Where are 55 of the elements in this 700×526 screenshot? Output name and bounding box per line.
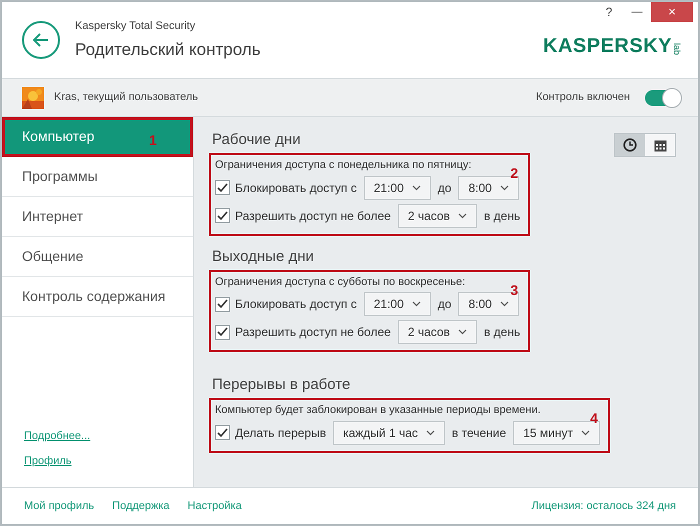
- chevron-icon: [500, 301, 509, 307]
- sidebar-item[interactable]: Контроль содержания: [2, 277, 193, 317]
- dropdown[interactable]: 21:00: [364, 176, 431, 200]
- checkbox[interactable]: [215, 324, 230, 340]
- user-name: Kras, текущий пользователь: [54, 90, 198, 106]
- checkbox[interactable]: [215, 208, 230, 223]
- connector-text: в день: [484, 208, 520, 224]
- checkbox[interactable]: [215, 180, 230, 195]
- back-arrow-icon: [33, 33, 49, 47]
- product-name: Kaspersky Total Security: [75, 19, 196, 34]
- dropdown[interactable]: 21:00: [364, 292, 431, 316]
- logo-suffix: lab: [672, 43, 682, 53]
- clock-view-button[interactable]: [615, 134, 645, 156]
- dropdown[interactable]: 2 часов: [398, 204, 477, 228]
- restriction-note: Ограничения доступа с понедельника по пятницу:: [215, 158, 472, 173]
- connector-text: в день: [484, 324, 520, 341]
- connector-text: в течение: [452, 424, 506, 442]
- close-button[interactable]: ×: [651, 2, 693, 22]
- logo: KASPERSKY: [543, 35, 672, 57]
- back-button[interactable]: [22, 21, 60, 59]
- connector-text: до: [438, 180, 452, 196]
- chevron-icon: [412, 301, 421, 307]
- checkbox-label: Делать перерыв: [235, 424, 326, 442]
- section-title: Рабочие дни: [212, 130, 301, 150]
- section-title: Перерывы в работе: [212, 375, 350, 395]
- chevron-icon: [458, 329, 467, 335]
- checkbox[interactable]: [215, 425, 230, 440]
- checkbox-label: Блокировать доступ с: [235, 180, 357, 196]
- restriction-note: Компьютер будет заблокирован в указанные периоды времени.: [215, 403, 541, 418]
- section-title: Выходные дни: [212, 246, 314, 266]
- chevron-icon: [580, 430, 590, 436]
- chevron-icon: [458, 212, 467, 218]
- control-label: Контроль включен: [536, 90, 630, 106]
- checkbox[interactable]: [215, 296, 230, 312]
- restriction-note: Ограничения доступа с субботы по воскресенье:: [215, 274, 466, 290]
- checkbox-label: Разрешить доступ не более: [235, 324, 391, 341]
- chevron-icon: [500, 184, 509, 190]
- chevron-icon: [426, 430, 435, 436]
- checkbox-label: Разрешить доступ не более: [235, 208, 391, 224]
- checkbox-label: Блокировать доступ с: [235, 296, 357, 313]
- sidebar-item[interactable]: Общение: [2, 237, 193, 277]
- minimize-button[interactable]: —: [623, 2, 651, 22]
- sidebar-item[interactable]: Интернет: [2, 197, 193, 237]
- calendar-icon: [654, 138, 666, 152]
- chevron-icon: [412, 184, 421, 190]
- page-title: Родительский контроль: [75, 38, 261, 60]
- dropdown[interactable]: каждый 1 час: [333, 420, 445, 444]
- clock-icon: [623, 138, 637, 152]
- calendar-view-button[interactable]: [645, 134, 675, 156]
- connector-text: до: [438, 296, 452, 313]
- sidebar-item[interactable]: Программы: [2, 157, 193, 197]
- license-status: Лицензия: осталось 324 дня: [532, 498, 676, 514]
- dropdown[interactable]: 2 часов: [398, 320, 477, 344]
- annotation-number: 1: [149, 131, 157, 150]
- help-button[interactable]: ?: [595, 2, 623, 22]
